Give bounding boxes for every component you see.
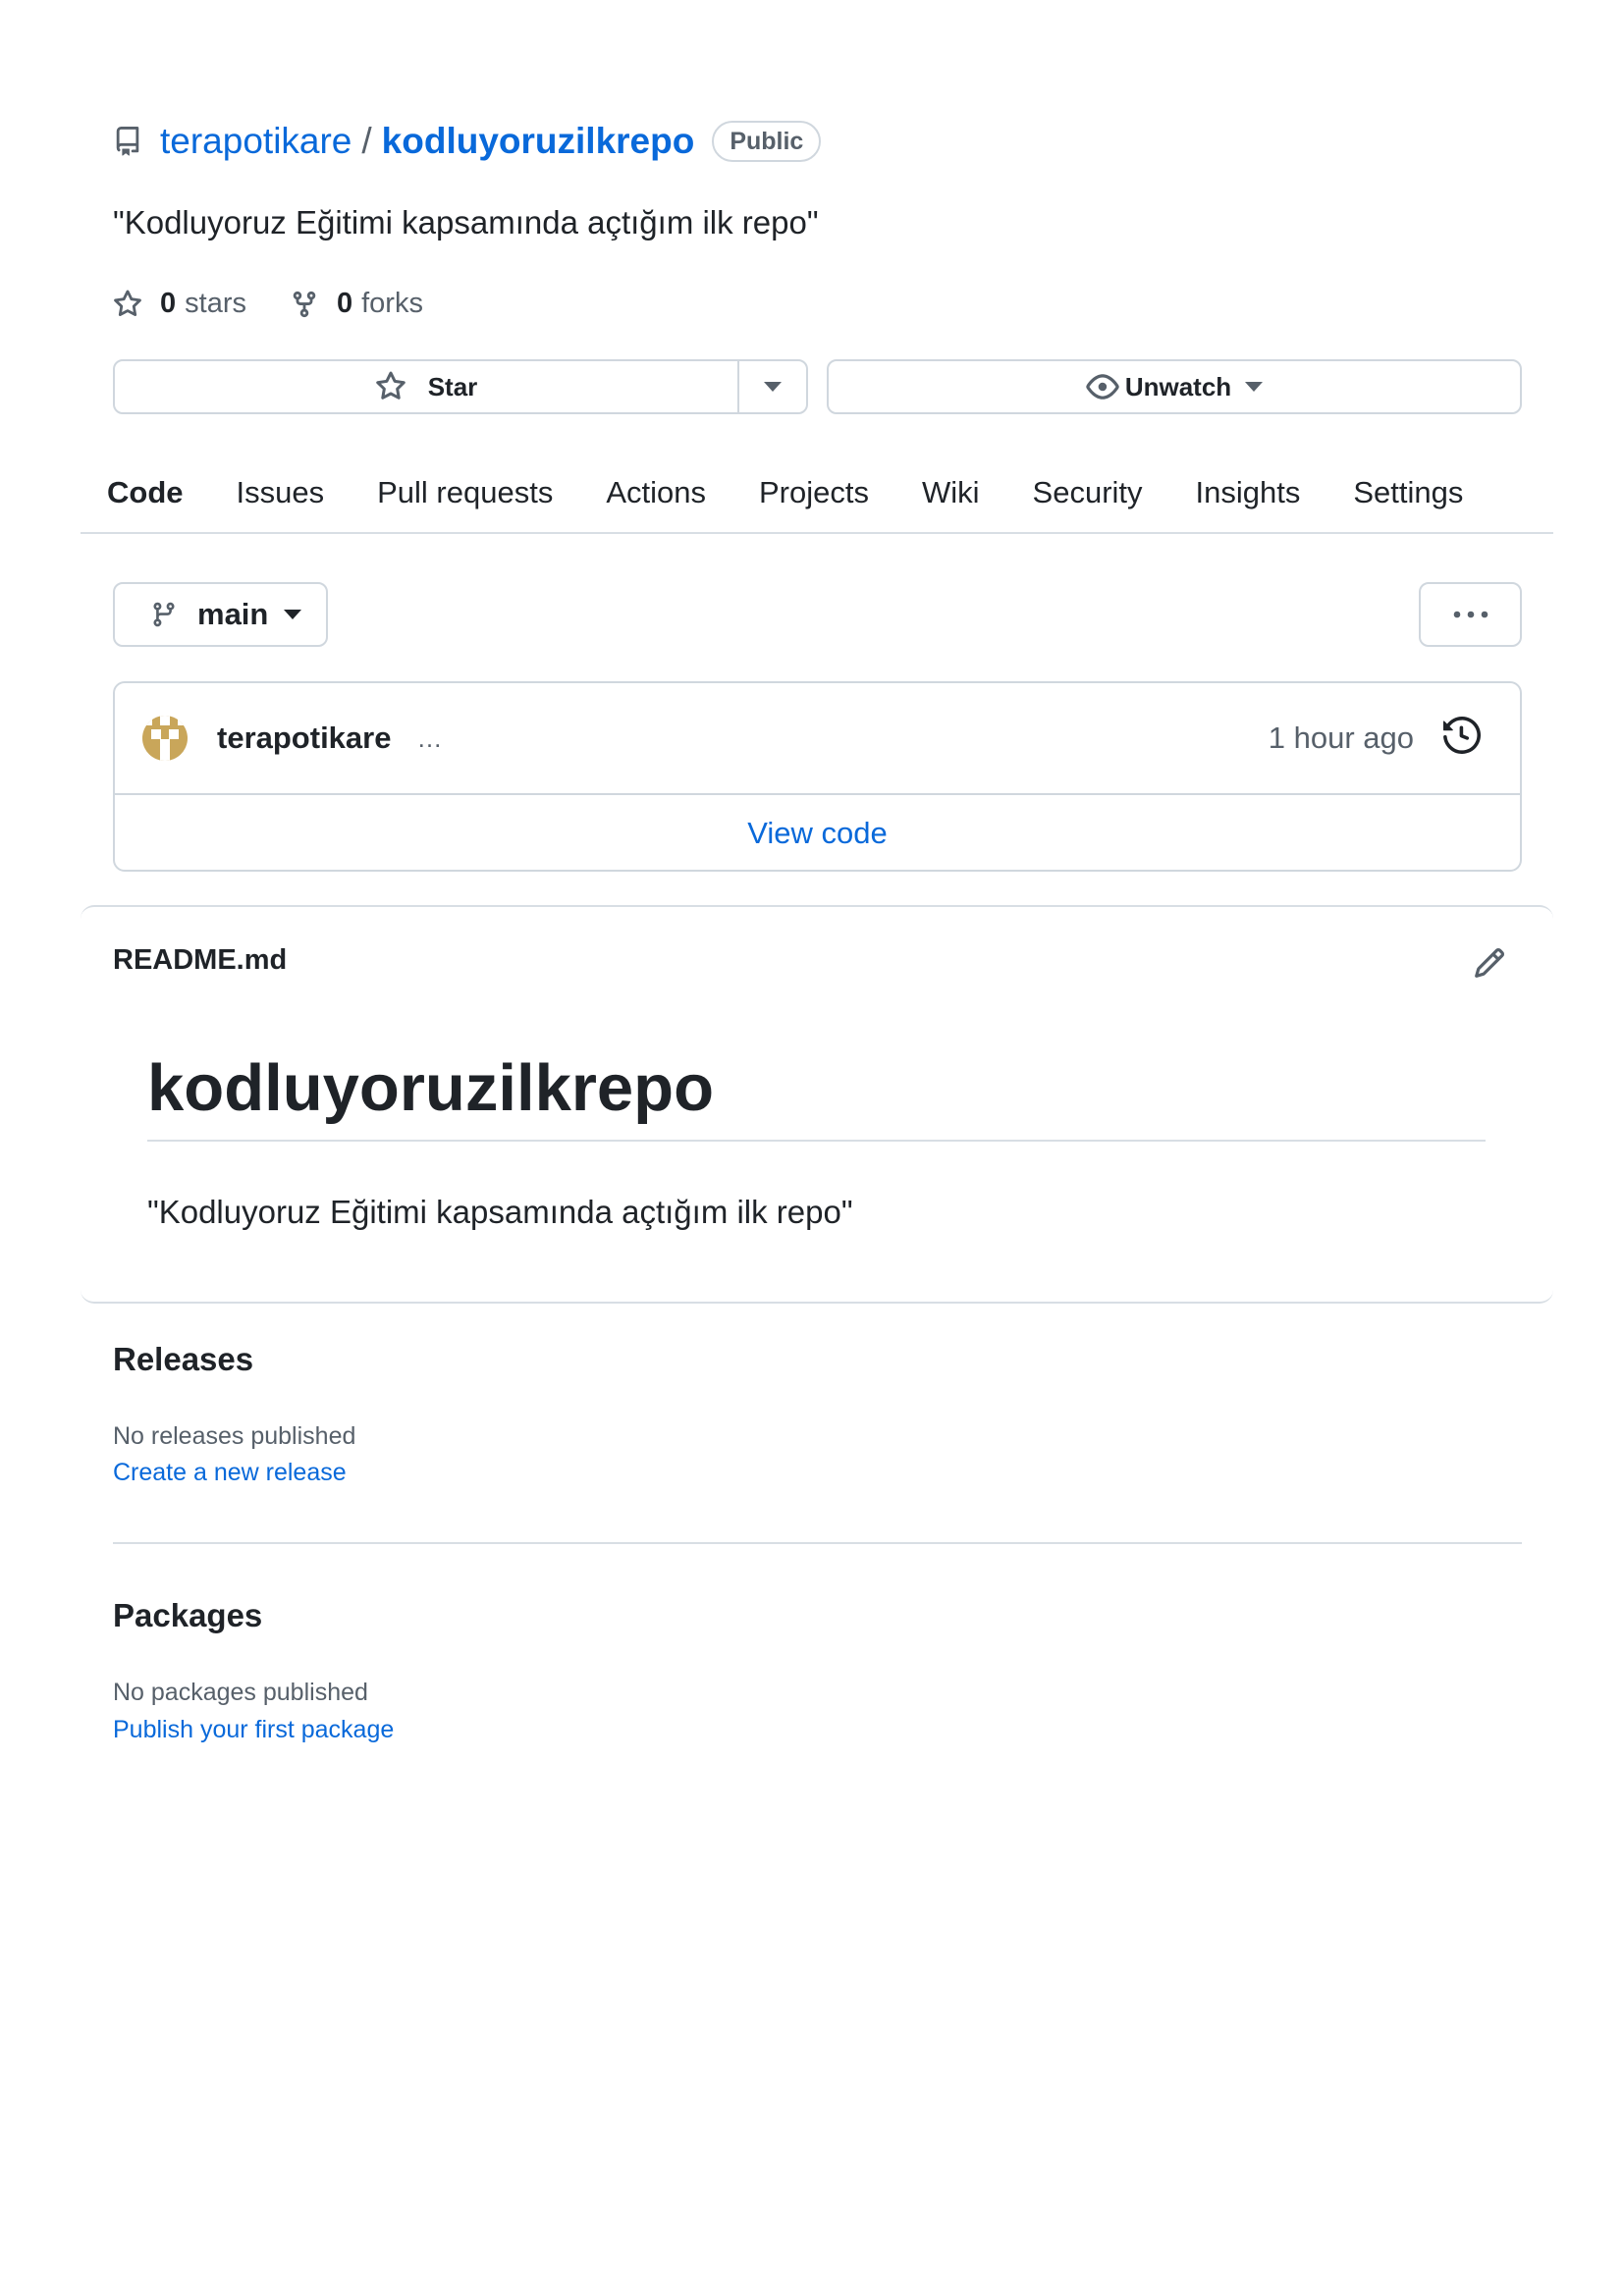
- repo-icon: [113, 125, 142, 158]
- tab-insights[interactable]: Insights: [1169, 454, 1327, 532]
- tab-wiki[interactable]: Wiki: [895, 454, 1006, 532]
- readme-heading: kodluyoruzilkrepo: [147, 1050, 1486, 1142]
- pencil-icon[interactable]: [1473, 946, 1506, 980]
- releases-title[interactable]: Releases: [113, 1341, 253, 1378]
- readme-body: "Kodluyoruz Eğitimi kapsamında açtığım i…: [147, 1194, 853, 1230]
- readme-filename[interactable]: README.md: [113, 944, 287, 977]
- star-icon: [375, 371, 428, 402]
- branch-name: main: [197, 597, 269, 631]
- star-button-group: Star: [113, 359, 808, 414]
- fork-icon: [290, 290, 337, 319]
- tab-code[interactable]: Code: [81, 454, 210, 532]
- tab-security[interactable]: Security: [1006, 454, 1169, 532]
- star-list-dropdown[interactable]: [739, 361, 806, 412]
- packages-title[interactable]: Packages: [113, 1597, 262, 1634]
- git-branch-icon: [150, 600, 178, 629]
- packages-empty-text: No packages published: [113, 1679, 368, 1706]
- tab-projects[interactable]: Projects: [732, 454, 895, 532]
- latest-commit-row: terapotikare … 1 hour ago: [115, 683, 1520, 795]
- section-divider: [113, 1542, 1522, 1544]
- history-icon[interactable]: [1443, 717, 1481, 754]
- view-code-link[interactable]: View code: [115, 795, 1520, 872]
- commit-author[interactable]: terapotikare: [217, 721, 391, 756]
- stars-link[interactable]: 0 stars: [113, 288, 246, 320]
- kebab-horizontal-icon: [1453, 611, 1488, 618]
- tab-pull-requests[interactable]: Pull requests: [351, 454, 579, 532]
- stars-label: stars: [185, 288, 246, 319]
- tab-issues[interactable]: Issues: [210, 454, 352, 532]
- unwatch-button[interactable]: Unwatch: [827, 359, 1522, 414]
- tab-actions[interactable]: Actions: [579, 454, 732, 532]
- star-icon: [113, 289, 160, 319]
- forks-link[interactable]: 0 forks: [290, 288, 423, 320]
- repo-stats: 0 stars 0 forks: [113, 288, 466, 320]
- commit-message-expander[interactable]: …: [416, 723, 442, 754]
- repo-nav-tabs: Code Issues Pull requests Actions Projec…: [81, 454, 1553, 534]
- repo-owner-link[interactable]: terapotikare: [160, 121, 352, 162]
- path-separator: /: [361, 121, 372, 161]
- avatar[interactable]: [142, 716, 188, 761]
- star-button-label: Star: [427, 371, 478, 401]
- visibility-badge: Public: [712, 121, 822, 162]
- latest-commit-box: terapotikare … 1 hour ago View code: [113, 681, 1522, 872]
- create-release-link[interactable]: Create a new release: [113, 1459, 347, 1487]
- eye-icon: [1086, 370, 1125, 403]
- star-button[interactable]: Star: [115, 361, 739, 412]
- forks-label: forks: [361, 288, 423, 319]
- triangle-down-icon: [764, 382, 782, 392]
- more-options-button[interactable]: [1419, 582, 1522, 647]
- forks-count: 0: [336, 288, 353, 319]
- commit-time[interactable]: 1 hour ago: [1269, 721, 1414, 756]
- repo-header: terapotikare / kodluyoruzilkrepo Public: [113, 116, 822, 167]
- publish-package-link[interactable]: Publish your first package: [113, 1716, 394, 1744]
- unwatch-button-label: Unwatch: [1124, 371, 1232, 401]
- triangle-down-icon: [1231, 382, 1264, 392]
- stars-count: 0: [160, 288, 177, 319]
- tab-settings[interactable]: Settings: [1326, 454, 1489, 532]
- repo-name-link[interactable]: kodluyoruzilkrepo: [382, 121, 695, 162]
- repo-description: "Kodluyoruz Eğitimi kapsamında açtığım i…: [113, 204, 819, 240]
- branch-selector[interactable]: main: [113, 582, 328, 647]
- triangle-down-icon: [284, 610, 302, 619]
- releases-empty-text: No releases published: [113, 1422, 356, 1450]
